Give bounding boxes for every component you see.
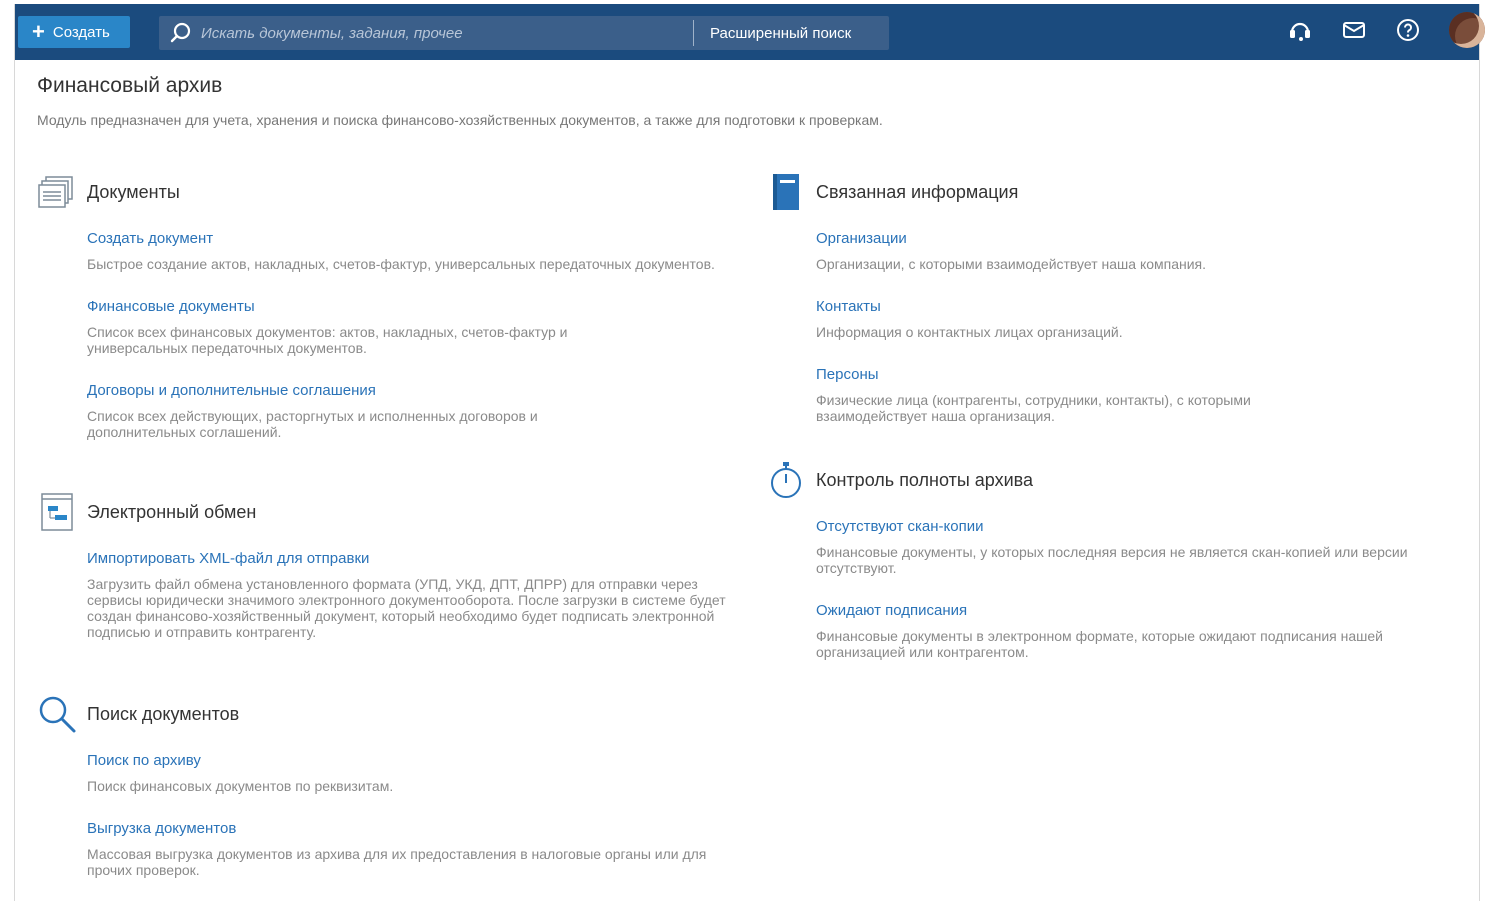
documents-icon <box>37 172 77 212</box>
search-box: Расширенный поиск <box>159 16 889 50</box>
section-title-related: Связанная информация <box>816 181 1019 202</box>
item-persons: Персоны Физические лица (контрагенты, со… <box>816 366 1466 424</box>
item-awaiting-signing: Ожидают подписания Финансовые документы … <box>816 602 1466 660</box>
awaiting-signing-link[interactable]: Ожидают подписания <box>816 602 967 619</box>
missing-scans-link[interactable]: Отсутствуют скан-копии <box>816 518 984 535</box>
stopwatch-icon <box>766 460 806 500</box>
item-archive-search: Поиск по архиву Поиск финансовых докумен… <box>87 752 737 794</box>
top-icons <box>1287 12 1485 48</box>
section-documents: Документы Создать документ Быстрое созда… <box>37 172 737 440</box>
section-search: Поиск документов Поиск по архиву Поиск ф… <box>37 694 737 878</box>
plus-icon: + <box>32 19 45 44</box>
page-subtitle: Модуль предназначен для учета, хранения … <box>37 112 883 128</box>
item-missing-scans: Отсутствуют скан-копии Финансовые докуме… <box>816 518 1466 576</box>
item-import-xml: Импортировать XML-файл для отправки Загр… <box>87 550 737 640</box>
organizations-desc: Организации, с которыми взаимодействует … <box>816 256 1207 272</box>
create-document-link[interactable]: Создать документ <box>87 230 213 247</box>
missing-scans-desc: Финансовые документы, у которых последня… <box>816 544 1408 576</box>
contracts-desc: Список всех действующих, расторгнутых и … <box>87 408 538 440</box>
item-contracts: Договоры и дополнительные соглашения Спи… <box>87 382 737 440</box>
section-title-search: Поиск документов <box>87 703 240 724</box>
item-financial-documents: Финансовые документы Список всех финансо… <box>87 298 737 356</box>
app-frame: + Создать Расширенный поиск <box>14 4 1485 901</box>
contracts-link[interactable]: Договоры и дополнительные соглашения <box>87 382 376 399</box>
awaiting-signing-desc: Финансовые документы в электронном форма… <box>816 628 1383 660</box>
section-exchange: Электронный обмен Импортировать XML-файл… <box>37 492 737 640</box>
item-contacts: Контакты Информация о контактных лицах о… <box>816 298 1466 340</box>
import-xml-link[interactable]: Импортировать XML-файл для отправки <box>87 550 369 567</box>
mail-icon[interactable] <box>1341 17 1367 43</box>
section-control: Контроль полноты архива Отсутствуют скан… <box>766 460 1466 660</box>
create-document-desc: Быстрое создание актов, накладных, счето… <box>87 256 715 272</box>
archive-search-desc: Поиск финансовых документов по реквизита… <box>87 778 394 794</box>
headset-icon[interactable] <box>1287 17 1313 43</box>
create-button-label: Создать <box>52 23 110 41</box>
organizations-link[interactable]: Организации <box>816 230 907 247</box>
item-create-document: Создать документ Быстрое создание актов,… <box>87 230 737 272</box>
section-related: Связанная информация Организации Организ… <box>766 172 1466 424</box>
magnifier-icon <box>37 694 77 734</box>
section-title-documents: Документы <box>87 181 180 202</box>
item-export-documents: Выгрузка документов Массовая выгрузка до… <box>87 820 737 878</box>
persons-link[interactable]: Персоны <box>816 366 879 383</box>
export-documents-link[interactable]: Выгрузка документов <box>87 820 236 837</box>
financial-documents-link[interactable]: Финансовые документы <box>87 298 255 315</box>
search-input[interactable] <box>199 23 693 43</box>
archive-search-link[interactable]: Поиск по архиву <box>87 752 201 769</box>
search-divider <box>693 20 694 46</box>
help-icon[interactable] <box>1395 17 1421 43</box>
section-title-exchange: Электронный обмен <box>87 501 257 522</box>
export-documents-desc: Массовая выгрузка документов из архива д… <box>87 846 707 878</box>
exchange-icon <box>37 492 77 532</box>
advanced-search-link[interactable]: Расширенный поиск <box>710 25 851 42</box>
persons-desc: Физические лица (контрагенты, сотрудники… <box>816 392 1251 424</box>
section-title-control: Контроль полноты архива <box>816 469 1034 490</box>
user-avatar[interactable] <box>1449 12 1485 48</box>
contacts-desc: Информация о контактных лицах организаци… <box>816 324 1123 340</box>
import-xml-desc: Загрузить файл обмена установленного фор… <box>87 576 726 640</box>
page-title: Финансовый архив <box>37 74 223 97</box>
book-icon <box>766 172 806 212</box>
item-organizations: Организации Организации, с которыми взаи… <box>816 230 1466 272</box>
contacts-link[interactable]: Контакты <box>816 298 881 315</box>
create-button[interactable]: + Создать <box>18 16 130 48</box>
search-icon[interactable] <box>169 21 193 45</box>
financial-documents-desc: Список всех финансовых документов: актов… <box>87 324 568 356</box>
top-bar: + Создать Расширенный поиск <box>15 4 1485 60</box>
